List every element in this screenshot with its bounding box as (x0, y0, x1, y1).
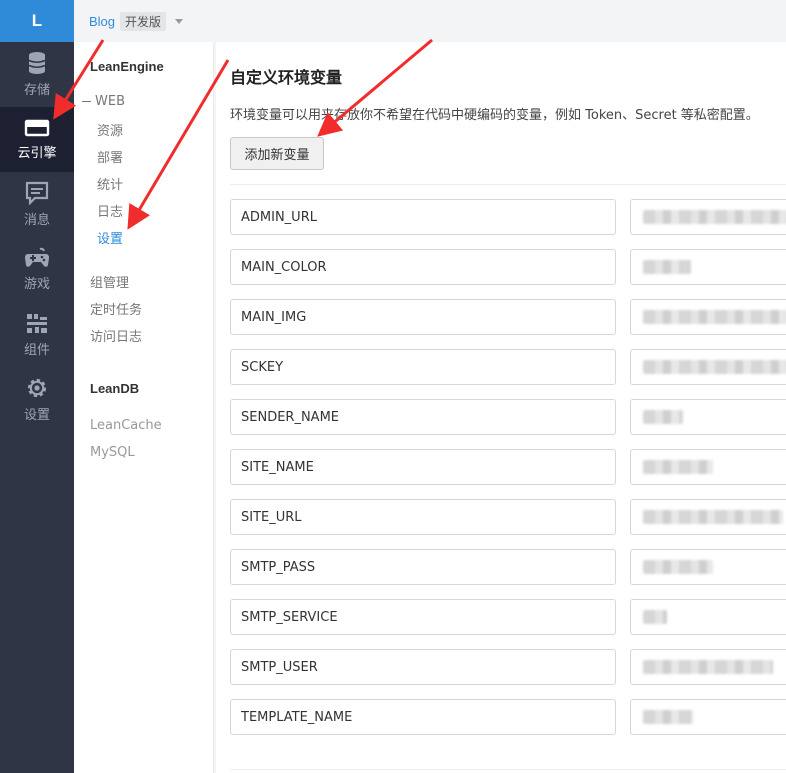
redacted-value (643, 510, 783, 524)
env-name-input[interactable] (230, 299, 616, 335)
env-name-input[interactable] (230, 349, 616, 385)
nav-item-storage[interactable]: 存储 (0, 42, 74, 107)
env-name-input[interactable] (230, 499, 616, 535)
subnav-group-web[interactable]: WEB (82, 94, 125, 109)
env-name-input[interactable] (230, 699, 616, 735)
env-variable-row (230, 499, 786, 535)
page-title: 自定义环境变量 (230, 68, 343, 87)
env-variable-row (230, 599, 786, 635)
env-value-input[interactable] (630, 549, 786, 585)
divider (230, 184, 786, 185)
env-name-input[interactable] (230, 599, 616, 635)
env-variable-row (230, 299, 786, 335)
subnav-item-leancache[interactable]: LeanCache (90, 418, 162, 433)
add-variable-button[interactable]: 添加新变量 (230, 137, 324, 170)
subnav-item-groups[interactable]: 组管理 (90, 272, 129, 291)
subnav-item-logs[interactable]: 日志 (97, 201, 123, 220)
redacted-value (643, 310, 786, 324)
env-value-input[interactable] (630, 599, 786, 635)
env-variable-row (230, 549, 786, 585)
nav-item-game[interactable]: 游戏 (0, 237, 74, 302)
nav-item-message[interactable]: 消息 (0, 172, 74, 237)
collapse-dash-icon (82, 101, 91, 102)
subnav-item-mysql[interactable]: MySQL (90, 445, 135, 460)
redacted-value (643, 710, 693, 724)
env-variable-row (230, 649, 786, 685)
nav-item-settings[interactable]: 设置 (0, 367, 74, 432)
redacted-value (643, 360, 786, 374)
nav-item-cloud-engine[interactable]: 云引擎 (0, 107, 74, 172)
env-value-input[interactable] (630, 499, 786, 535)
nav-label: 消息 (23, 213, 50, 228)
env-value-input[interactable] (630, 699, 786, 735)
message-icon (25, 181, 49, 205)
chevron-down-icon[interactable] (175, 18, 184, 24)
gamepad-icon (25, 247, 49, 267)
env-name-input[interactable] (230, 549, 616, 585)
subnav-item-access-logs[interactable]: 访问日志 (90, 326, 142, 345)
gear-icon (27, 378, 47, 398)
app-logo[interactable]: L (0, 0, 74, 42)
nav-item-components[interactable]: 组件 (0, 302, 74, 367)
env-variable-row (230, 449, 786, 485)
env-variable-row (230, 249, 786, 285)
subnav-section-leandb: LeanDB (90, 381, 140, 396)
env-variable-row (230, 699, 786, 735)
subnav-group-label: WEB (95, 94, 125, 109)
env-value-input[interactable] (630, 399, 786, 435)
env-name-input[interactable] (230, 249, 616, 285)
subnav-item-resources[interactable]: 资源 (97, 120, 123, 139)
env-value-input[interactable] (630, 449, 786, 485)
nav-label: 组件 (23, 343, 50, 358)
nav-label: 存储 (23, 83, 50, 98)
subnav-item-deploy[interactable]: 部署 (97, 147, 123, 166)
env-value-input[interactable] (630, 649, 786, 685)
env-value-input[interactable] (630, 299, 786, 335)
nav-label: 游戏 (23, 277, 50, 292)
redacted-value (643, 610, 667, 624)
redacted-value (643, 260, 691, 274)
cloud-engine-icon (24, 119, 50, 137)
engine-subnav: LeanEngine WEB 资源 部署 统计 日志 设置 组管理 定时任务 访… (74, 42, 214, 773)
env-variable-row (230, 349, 786, 385)
redacted-value (643, 210, 786, 224)
app-name-link[interactable]: Blog (89, 14, 115, 29)
nav-label: 云引擎 (17, 146, 57, 161)
env-value-input[interactable] (630, 349, 786, 385)
env-variable-row (230, 399, 786, 435)
page-description: 环境变量可以用来存放你不希望在代码中硬编码的变量，例如 Token、Secret… (230, 108, 759, 123)
subnav-section-leanengine: LeanEngine (90, 59, 164, 74)
redacted-value (643, 660, 773, 674)
env-name-input[interactable] (230, 649, 616, 685)
divider (230, 769, 786, 770)
redacted-value (643, 460, 713, 474)
top-bar: Blog 开发版 (74, 0, 786, 42)
nav-label: 设置 (23, 408, 50, 423)
database-icon (28, 52, 46, 74)
redacted-value (643, 560, 713, 574)
env-name-input[interactable] (230, 449, 616, 485)
env-name-input[interactable] (230, 199, 616, 235)
main-sidebar: L 存储 云引擎 消息 游戏 组件 设置 (0, 0, 74, 773)
env-name-input[interactable] (230, 399, 616, 435)
subnav-item-stats[interactable]: 统计 (97, 174, 123, 193)
main-content: 自定义环境变量 环境变量可以用来存放你不希望在代码中硬编码的变量，例如 Toke… (216, 42, 786, 773)
redacted-value (643, 410, 683, 424)
env-value-input[interactable] (630, 199, 786, 235)
components-icon (27, 314, 47, 333)
subnav-item-settings[interactable]: 设置 (97, 228, 123, 247)
env-badge: 开发版 (120, 11, 167, 31)
subnav-item-cron[interactable]: 定时任务 (90, 299, 142, 318)
env-value-input[interactable] (630, 249, 786, 285)
env-variable-row (230, 199, 786, 235)
